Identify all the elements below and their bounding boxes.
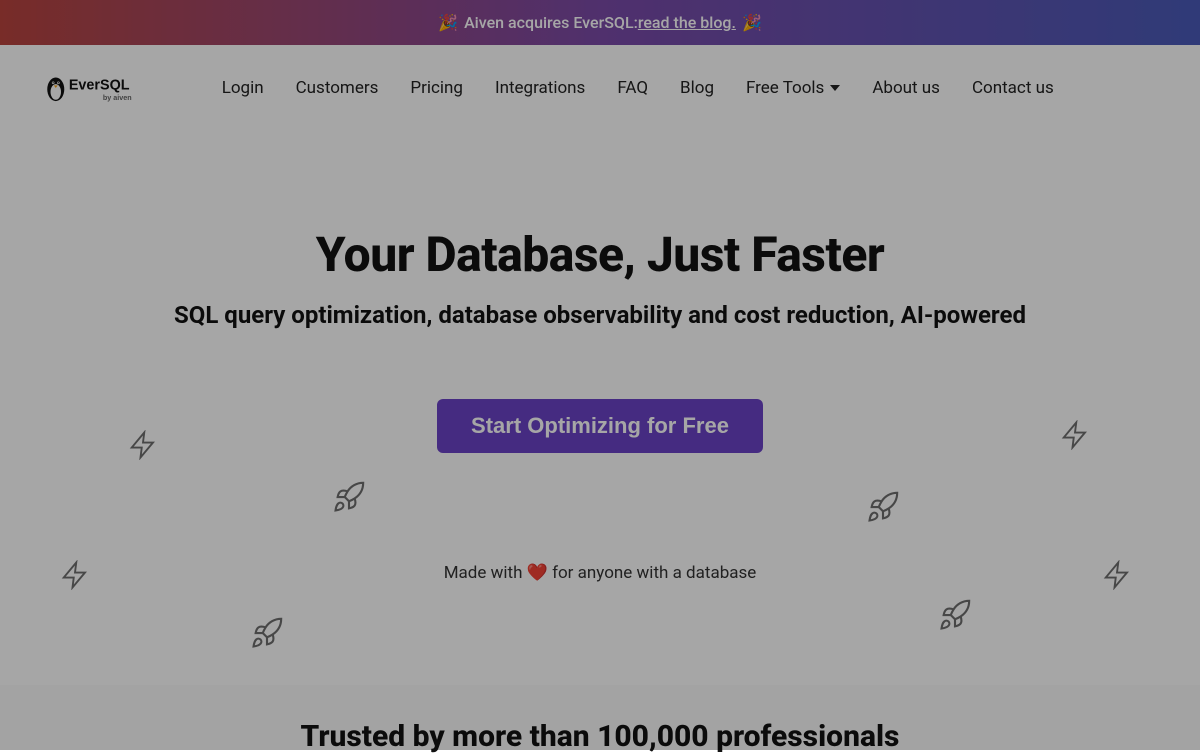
eversql-logo-icon: EverSQL by aiven xyxy=(44,71,162,105)
nav-free-tools-label: Free Tools xyxy=(746,78,824,98)
nav-contact-us[interactable]: Contact us xyxy=(972,78,1054,98)
lightning-icon xyxy=(128,430,158,460)
rocket-icon xyxy=(332,480,366,514)
nav-integrations[interactable]: Integrations xyxy=(495,78,585,98)
hero-section: Your Database, Just Faster SQL query opt… xyxy=(0,130,1200,685)
nav-blog[interactable]: Blog xyxy=(680,78,714,98)
party-popper-icon: 🎉 xyxy=(438,13,458,32)
rocket-icon xyxy=(866,490,900,524)
trusted-title: Trusted by more than 100,000 professiona… xyxy=(0,719,1200,754)
hero-subtitle: SQL query optimization, database observa… xyxy=(0,301,1200,329)
start-optimizing-button[interactable]: Start Optimizing for Free xyxy=(437,399,763,453)
navbar: EverSQL by aiven Login Customers Pricing… xyxy=(0,45,1200,130)
lightning-icon xyxy=(1060,420,1090,450)
nav-links: Login Customers Pricing Integrations FAQ… xyxy=(222,78,1054,98)
party-popper-icon: 🎉 xyxy=(742,13,762,32)
made-with-suffix: for anyone with a database xyxy=(552,563,756,583)
nav-about-us[interactable]: About us xyxy=(872,78,940,98)
nav-login[interactable]: Login xyxy=(222,78,264,98)
made-with-prefix: Made with xyxy=(444,563,523,583)
nav-faq[interactable]: FAQ xyxy=(617,78,648,98)
banner-link[interactable]: read the blog. xyxy=(638,13,736,32)
banner-text-prefix: Aiven acquires EverSQL: xyxy=(464,13,638,32)
rocket-icon xyxy=(938,598,972,632)
nav-free-tools-dropdown[interactable]: Free Tools xyxy=(746,78,840,98)
lightning-icon xyxy=(60,560,90,590)
logo-brand-text: EverSQL xyxy=(69,77,130,93)
logo-byline-text: by aiven xyxy=(103,92,132,101)
made-with-text: Made with ❤️ for anyone with a database xyxy=(0,563,1200,583)
lightning-icon xyxy=(1102,560,1132,590)
chevron-down-icon xyxy=(830,85,840,91)
logo[interactable]: EverSQL by aiven xyxy=(44,71,162,105)
heart-icon: ❤️ xyxy=(527,563,548,583)
hero-title: Your Database, Just Faster xyxy=(0,226,1200,283)
announcement-banner[interactable]: 🎉 Aiven acquires EverSQL: read the blog.… xyxy=(0,0,1200,45)
nav-customers[interactable]: Customers xyxy=(296,78,379,98)
trusted-section: Trusted by more than 100,000 professiona… xyxy=(0,685,1200,750)
nav-pricing[interactable]: Pricing xyxy=(410,78,463,98)
rocket-icon xyxy=(250,616,284,650)
